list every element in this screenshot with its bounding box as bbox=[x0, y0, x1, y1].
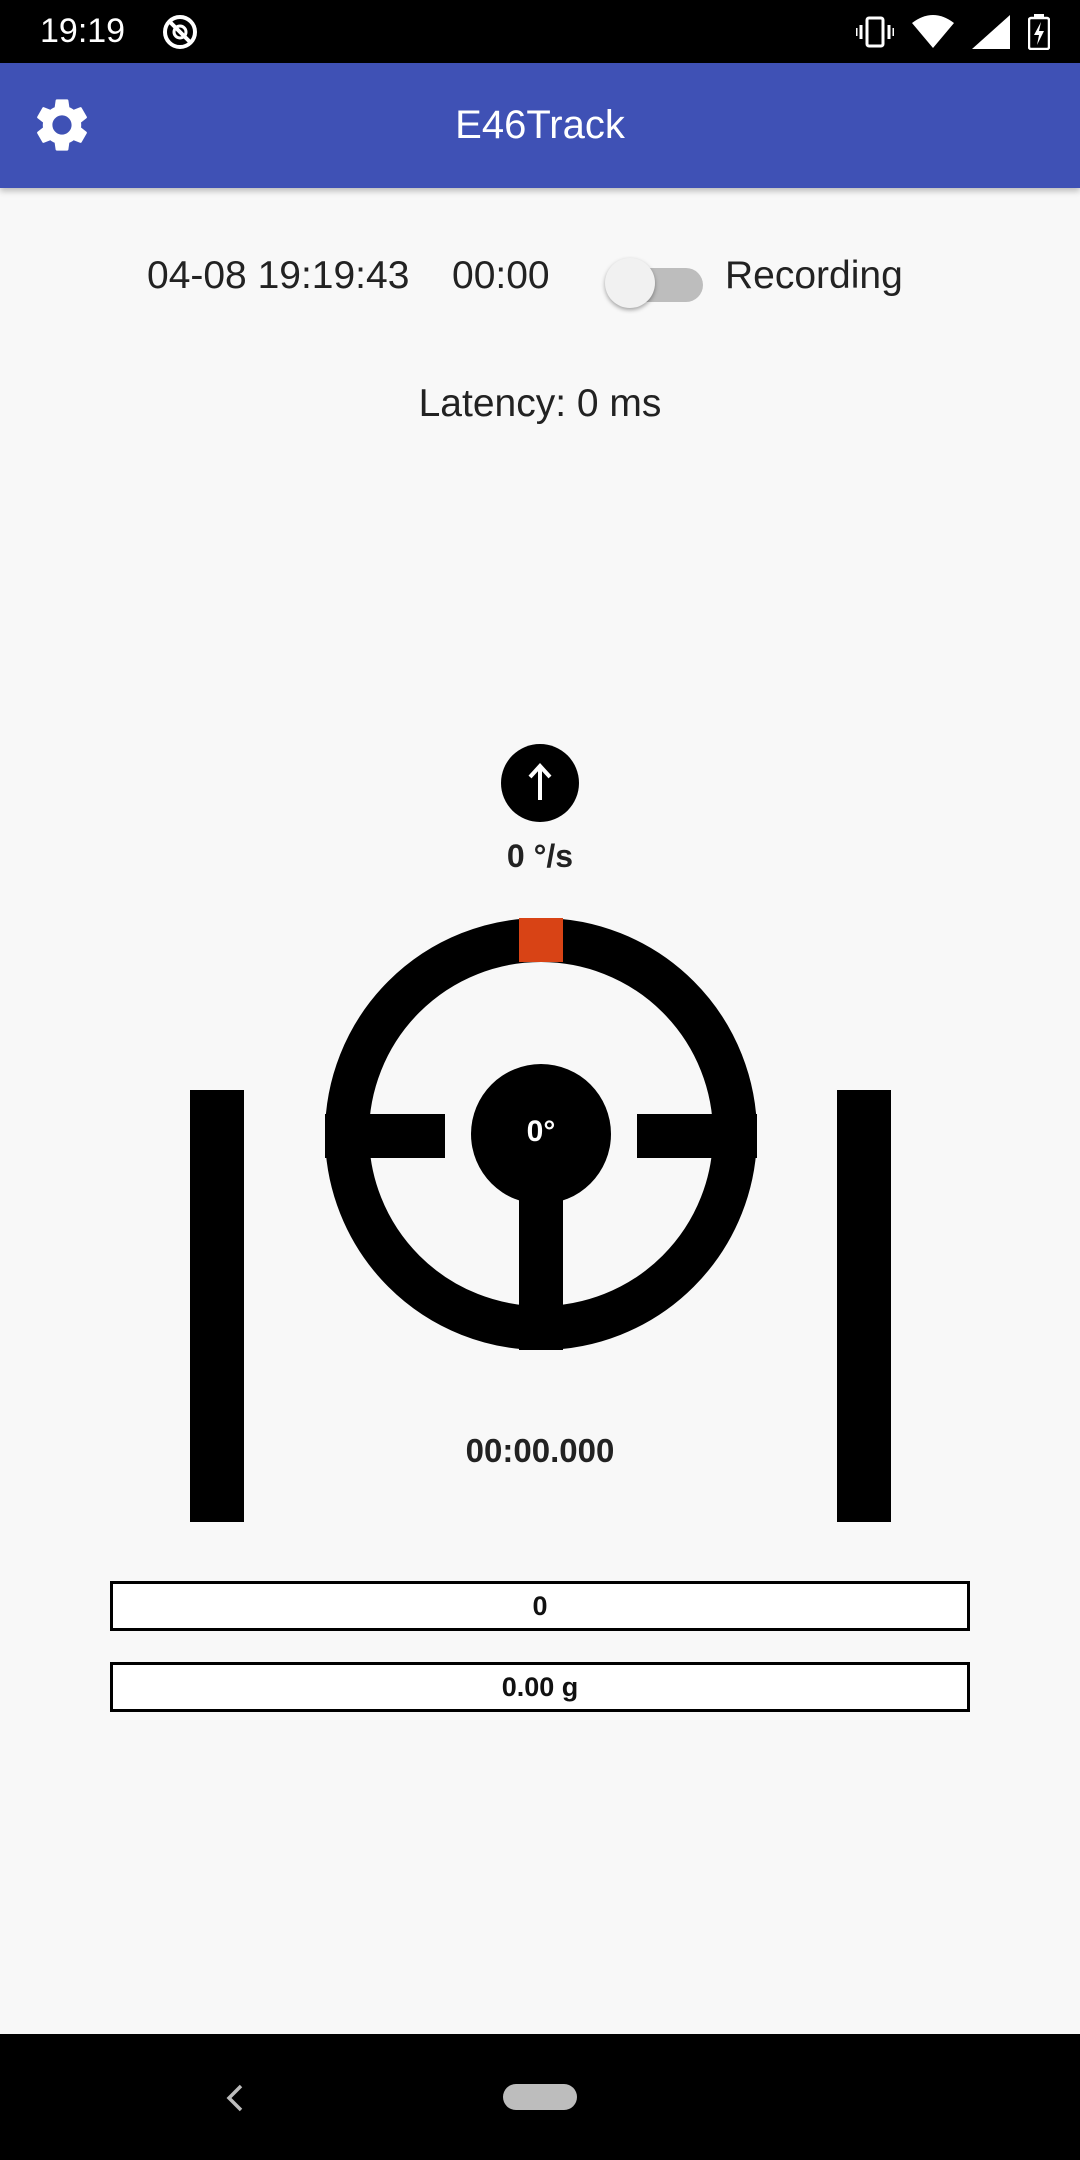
wheel-top-marker bbox=[519, 918, 563, 962]
latency-text: Latency: 0 ms bbox=[418, 382, 662, 425]
session-elapsed: 00:00 bbox=[452, 254, 550, 297]
battery-charging-icon bbox=[1028, 14, 1050, 50]
steering-angle: 0° bbox=[526, 1115, 556, 1148]
recording-switch[interactable] bbox=[605, 258, 705, 308]
navigation-bar bbox=[0, 2034, 1080, 2160]
app-bar: E46Track bbox=[0, 63, 1080, 188]
lap-time: 00:00.000 bbox=[465, 1432, 615, 1469]
home-pill-icon[interactable] bbox=[503, 2084, 577, 2110]
switch-thumb bbox=[605, 258, 655, 308]
recording-label: Recording bbox=[725, 254, 903, 297]
g-force-bar: 0.00 g bbox=[110, 1662, 970, 1712]
gear-icon[interactable] bbox=[30, 93, 94, 157]
do-not-disturb-icon bbox=[163, 15, 197, 49]
session-datetime: 04-08 19:19:43 bbox=[147, 254, 410, 297]
signal-icon bbox=[972, 15, 1010, 49]
arrow-up-glyph bbox=[528, 763, 552, 800]
app-title: E46Track bbox=[455, 103, 625, 147]
status-icons bbox=[856, 11, 1050, 53]
status-time: 19:19 bbox=[40, 12, 126, 50]
status-bar: 19:19 bbox=[0, 0, 1080, 63]
speed-bar: 0 bbox=[110, 1581, 970, 1631]
wifi-icon bbox=[912, 15, 954, 48]
vibrate-icon bbox=[856, 16, 894, 48]
session-info-row: 04-08 19:19:43 00:00 Recording bbox=[0, 250, 1080, 310]
arrow-up-icon bbox=[501, 744, 579, 822]
chevron-left-icon[interactable] bbox=[215, 2078, 255, 2118]
yaw-rate: 0 °/s bbox=[506, 838, 574, 874]
